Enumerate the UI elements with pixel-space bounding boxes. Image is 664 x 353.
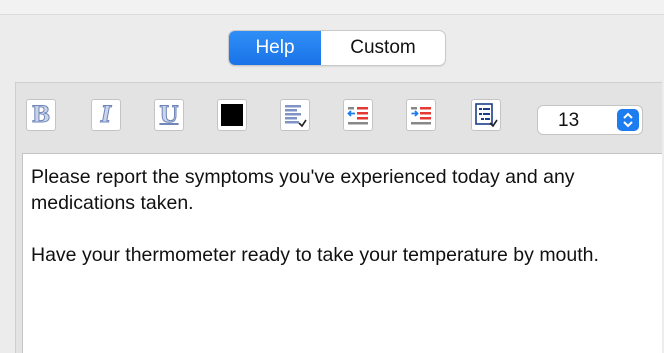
tab-custom[interactable]: Custom [321, 31, 445, 65]
stepper-arrows-icon[interactable] [617, 109, 639, 131]
indent-icon [411, 107, 431, 125]
underline-icon: U [159, 102, 179, 128]
alignment-menu-button[interactable] [280, 99, 310, 131]
text-paragraph: Please report the symptoms you've experi… [31, 166, 575, 214]
list-menu-button[interactable] [471, 99, 501, 131]
list-menu-icon [475, 103, 498, 128]
font-size-stepper[interactable]: 13 [537, 105, 643, 135]
italic-icon: I [100, 102, 112, 128]
text-color-swatch [221, 104, 243, 126]
outdent-button[interactable] [343, 99, 373, 131]
bold-button[interactable]: B [26, 99, 56, 131]
indent-button[interactable] [406, 99, 436, 131]
text-paragraph: Have your thermometer ready to take your… [31, 244, 599, 266]
window-top-edge [0, 0, 664, 15]
tab-help[interactable]: Help [229, 31, 321, 65]
mode-segmented-control[interactable]: Help Custom [228, 30, 446, 66]
message-text-area[interactable]: Please report the symptoms you've experi… [22, 153, 662, 353]
outdent-icon [347, 107, 368, 125]
editor-panel: B I U 13 Please report the symptoms you'… [15, 82, 662, 353]
bold-icon: B [31, 102, 51, 128]
font-size-value: 13 [558, 110, 580, 131]
text-color-button[interactable] [217, 99, 247, 131]
align-menu-icon [285, 105, 307, 128]
italic-button[interactable]: I [91, 99, 121, 131]
underline-button[interactable]: U [154, 99, 184, 131]
